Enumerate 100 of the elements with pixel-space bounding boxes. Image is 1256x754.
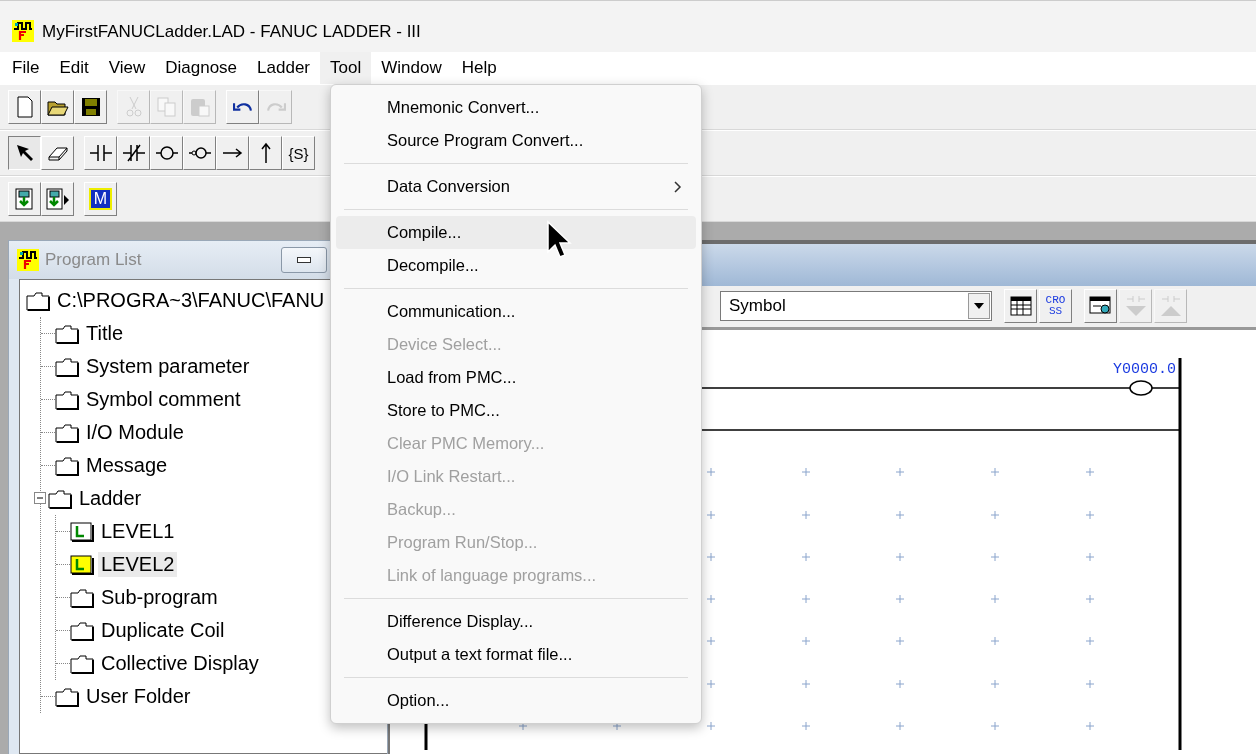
grid-mark [706,510,716,520]
grid-mark [895,594,905,604]
grid-mark [1085,510,1095,520]
coil-address-label: Y0000.0 [1113,361,1176,378]
tree-item[interactable]: System parameter [83,354,253,379]
tree-item[interactable]: LEVEL1 [98,519,178,544]
grid-mark [990,636,1000,646]
app-logo-icon [12,20,34,42]
toolbar-button[interactable] [8,136,41,170]
tree-item[interactable]: Sub-program [98,585,221,610]
menu-item[interactable]: Mnemonic Convert... [336,91,696,124]
tree-item[interactable]: Duplicate Coil [98,618,228,643]
folder-icon [55,356,79,377]
grid-mark [518,721,528,731]
collapse-toggle-icon[interactable] [34,491,48,506]
grid-mark [895,636,905,646]
tree-item[interactable]: Ladder [76,486,145,511]
grid-mark [990,679,1000,689]
minimize-icon [297,257,311,263]
minimize-button[interactable] [281,247,327,273]
menu-item[interactable]: Source Program Convert... [336,124,696,157]
grid-mark [706,467,716,477]
grid-mark [801,467,811,477]
grid-mark [801,552,811,562]
folder-icon [55,389,79,410]
mouse-cursor-icon [546,220,572,260]
grid-mark [801,594,811,604]
output-coil [1129,380,1153,396]
redo-icon [265,101,286,113]
grid-mark [1085,467,1095,477]
tree-item[interactable]: Symbol comment [83,387,244,412]
copy-icon [154,95,179,119]
window-title: MyFirstFANUCLadder.LAD - FANUC LADDER - III [42,22,421,42]
grid-mark [1085,679,1095,689]
table-icon [1008,294,1033,319]
undo-icon [232,101,253,113]
grid-mark [612,721,622,731]
grid-mark [706,594,716,604]
chevron-right-icon [674,180,682,193]
grid-mark [990,721,1000,731]
menu-item[interactable]: Ladder [247,52,320,84]
tree-item[interactable]: User Folder [83,684,194,709]
menu-item[interactable]: Store to PMC... [336,394,696,427]
toolbar-button[interactable]: CRO SS [1039,289,1072,324]
menu-item[interactable]: Difference Display... [336,605,696,638]
grid-mark [706,679,716,689]
menu-item[interactable]: View [98,52,156,84]
display-mode-dropdown[interactable]: Symbol [720,291,992,322]
menu-item[interactable]: File [2,52,50,84]
grid-mark [706,552,716,562]
dropdown-arrow-button[interactable] [968,293,990,320]
menu-item[interactable]: Decompile... [336,249,696,282]
menu-item[interactable]: Window [371,52,452,84]
toolbar-button[interactable]: {S} [282,136,315,170]
grid-mark [990,467,1000,477]
tree-item[interactable]: C:\PROGRA~3\FANUC\FANU [54,288,328,313]
toolbar-button[interactable]: M [84,182,117,216]
tree-item[interactable]: LEVEL2 [98,552,178,577]
folder-icon [55,455,79,476]
panel-title: Program List [45,250,143,270]
tree-item[interactable]: I/O Module [83,420,187,445]
grid-mark [990,510,1000,520]
folder-icon [70,653,94,674]
grid-mark [801,679,811,689]
caret-down-icon [974,303,984,310]
menu-item[interactable]: Data Conversion [336,170,696,203]
grid-mark [801,510,811,520]
grid-mark [1085,636,1095,646]
grid-mark [990,594,1000,604]
folder-icon [55,323,79,344]
grid-mark [895,467,905,477]
grid-mark [895,552,905,562]
folder-icon [55,686,79,707]
grid-mark [706,636,716,646]
grid-mark [706,721,716,731]
menu-item[interactable]: Option... [336,684,696,717]
download-run-icon [45,187,70,211]
tree-item[interactable]: Message [83,453,171,478]
grid-mark [990,552,1000,562]
menu-item[interactable]: Help [451,52,507,84]
grid-mark [1085,594,1095,604]
folder-icon [55,422,79,443]
window-logo-icon [17,249,39,271]
menu-item[interactable]: Load from PMC... [336,361,696,394]
tree-item[interactable]: Title [83,321,127,346]
tree-item[interactable]: Collective Display [98,651,262,676]
menu-item[interactable]: Tool [320,52,372,84]
menu-item[interactable]: Compile... [336,216,696,249]
grid-mark [895,679,905,689]
grid-mark [801,636,811,646]
menu-item[interactable]: Output a text format file... [336,638,696,671]
grid-mark [895,721,905,731]
grid-mark [1085,721,1095,731]
folder-icon [70,587,94,608]
menu-item[interactable]: Diagnose [155,52,248,84]
menu-item[interactable]: Communication... [336,295,696,328]
folder-icon [70,620,94,641]
grid-mark [1085,552,1095,562]
menu-item[interactable]: Edit [49,52,99,84]
grid-mark [895,510,905,520]
